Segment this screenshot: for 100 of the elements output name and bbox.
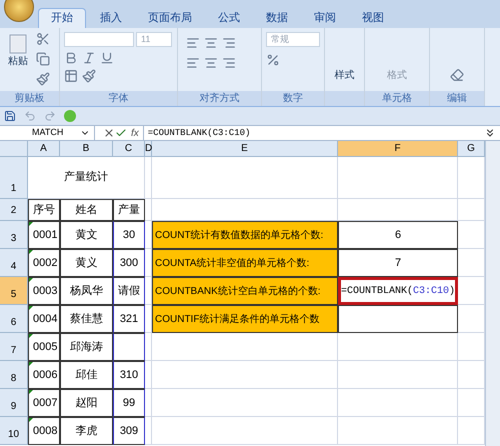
row-header[interactable]: 8 [0,361,28,389]
column-header[interactable]: A [28,141,60,157]
ribbon-tab[interactable]: 审阅 [302,8,348,28]
table-cell: 300 [113,249,145,277]
group-label: 编辑 [430,91,484,106]
formula-cell[interactable]: =COUNTBLANK(C3:C10) [338,277,458,305]
table-cell: 0007 [28,389,60,417]
table-cell: 99 [113,389,145,417]
font-name-field[interactable] [64,32,134,47]
table-cell: 0004 [28,305,60,333]
column-header[interactable]: E [152,141,338,157]
align-left-icon[interactable] [186,56,200,70]
italic-icon[interactable] [82,51,96,65]
table-cell: 0002 [28,249,60,277]
format-painter-icon[interactable] [36,72,50,86]
table-cell: 0001 [28,221,60,249]
table-cell: 邱佳 [60,361,113,389]
group-footer [325,91,364,106]
column-header[interactable]: D [145,141,152,157]
insert-function-button[interactable]: fx [127,126,143,140]
value-cell: 7 [338,249,458,277]
table-cell: 0005 [28,333,60,361]
error-marker-icon [29,362,33,366]
row-header[interactable]: 10 [0,417,28,445]
row-header[interactable]: 2 [0,199,28,221]
undo-icon[interactable] [24,110,36,122]
styles-button[interactable]: 样式 [334,68,354,83]
cut-icon[interactable] [36,32,50,46]
row-header[interactable]: 6 [0,305,28,333]
ribbon-tab[interactable]: 数据 [254,8,300,28]
bold-icon[interactable] [64,51,78,65]
column-header[interactable]: G [458,141,485,157]
group-label: 数字 [262,91,324,106]
group-label: 剪贴板 [0,91,59,106]
label-cell: COUNTA统计非空值的单元格个数: [152,249,338,277]
table-cell: 0006 [28,361,60,389]
align-right-icon[interactable] [222,56,236,70]
column-header[interactable]: C [113,141,145,157]
row-header[interactable]: 9 [0,389,28,417]
table-cell: 李虎 [60,417,113,445]
table-cell: 0008 [28,417,60,445]
paste-button[interactable]: 粘贴 [4,32,32,86]
label-cell: COUNT统计有数值数据的单元格个数: [152,221,338,249]
table-cell: 321 [113,305,145,333]
ribbon-tab[interactable]: 视图 [350,8,396,28]
copy-icon[interactable] [36,52,50,66]
error-marker-icon [29,418,33,422]
formula-field[interactable]: =COUNTBLANK(C3:C10) [142,126,484,140]
table-cell: 赵阳 [60,389,113,417]
align-right-icon[interactable] [222,36,236,50]
ribbon-tab[interactable]: 公式 [206,8,252,28]
percent-icon[interactable] [266,53,280,67]
group-label: 字体 [60,91,177,106]
align-left-icon[interactable] [186,36,200,50]
label-cell: COUNTBANK统计空白单元格的个数: [152,277,338,305]
office-button[interactable] [4,0,34,22]
row-header[interactable]: 1 [0,157,28,199]
expand-icon[interactable] [484,127,496,139]
row-header[interactable]: 4 [0,249,28,277]
error-marker-icon [29,334,33,338]
column-header[interactable]: B [60,141,113,157]
column-header[interactable]: F [338,141,458,157]
row-header[interactable]: 7 [0,333,28,361]
group-label: 对齐方式 [178,91,261,106]
clipboard-icon [9,32,27,54]
ribbon-tab[interactable]: 页面布局 [136,8,204,28]
table-cell: 310 [113,361,145,389]
table-cell: 黄义 [60,249,113,277]
ribbon-tab[interactable]: 插入 [88,8,134,28]
row-header[interactable]: 3 [0,221,28,249]
label-cell: COUNTIF统计满足条件的单元格个数 [152,305,338,333]
ribbon-tab[interactable]: 开始 [38,8,86,28]
error-marker-icon [29,278,33,282]
error-marker-icon [29,222,33,226]
table-cell: 请假 [113,277,145,305]
header-cell: 姓名 [60,199,113,221]
error-marker-icon [29,390,33,394]
row-header[interactable]: 5 [0,277,28,305]
header-cell: 产量 [113,199,145,221]
cancel-icon[interactable] [103,127,115,139]
group-label: 单元格 [365,91,429,106]
align-center-icon[interactable] [204,36,218,50]
save-icon[interactable] [4,110,16,122]
border-icon[interactable] [64,69,78,83]
value-cell: 6 [338,221,458,249]
table-cell: 黄文 [60,221,113,249]
error-marker-icon [29,250,33,254]
eraser-icon[interactable] [450,68,464,82]
name-box[interactable]: MATCH [0,126,95,140]
title-cell: 产量统计 [28,157,145,199]
align-center-icon[interactable] [204,56,218,70]
redo-icon[interactable] [44,110,56,122]
vertical-scrollbar[interactable] [485,141,500,446]
header-cell: 序号 [28,199,60,221]
fill-color-icon[interactable] [82,69,96,83]
table-cell: 0003 [28,277,60,305]
underline-icon[interactable] [100,51,114,65]
table-cell [113,333,145,361]
enter-icon[interactable] [115,127,127,139]
table-cell: 蔡佳慧 [60,305,113,333]
